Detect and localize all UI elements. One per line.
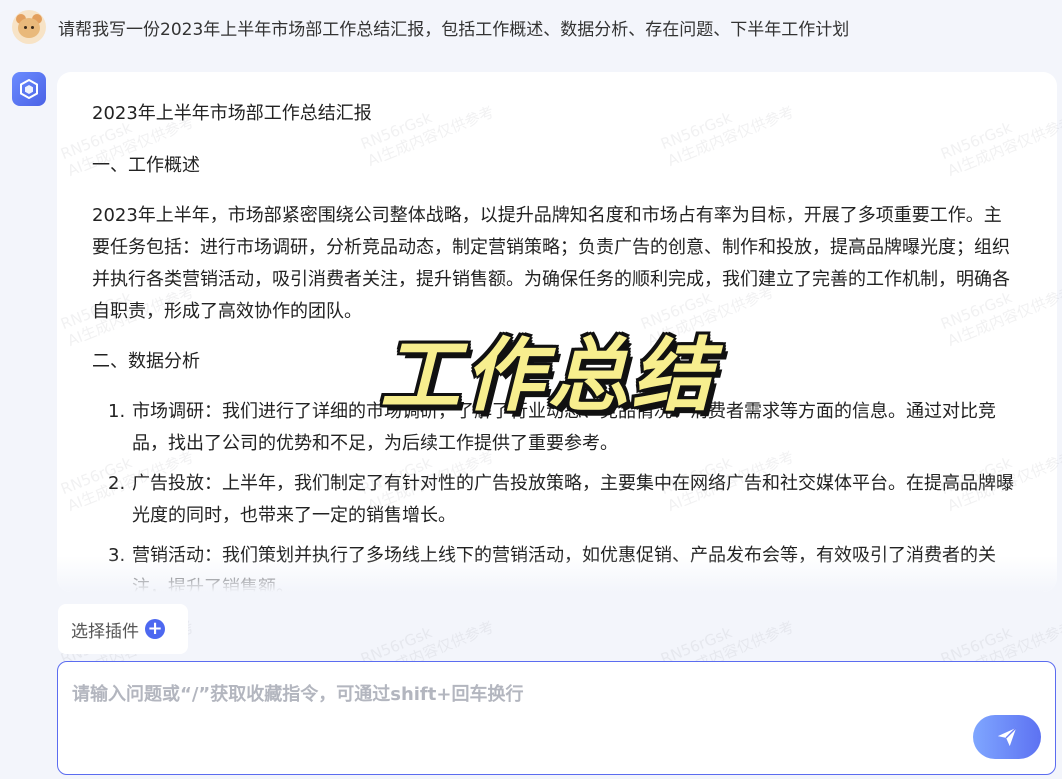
overview-paragraph: 2023年上半年，市场部紧密围绕公司整体战略，以提升品牌知名度和市场占有率为目标…: [92, 205, 1010, 322]
list-item-text: 广告投放：上半年，我们制定了有针对性的广告投放策略，主要集中在网络广告和社交媒体…: [132, 473, 1014, 526]
paper-plane-icon: [997, 727, 1017, 747]
plus-circle-icon: +: [145, 619, 165, 639]
user-message-row: 请帮我写一份2023年上半年市场部工作总结汇报，包括工作概述、数据分析、存在问题…: [12, 10, 849, 44]
section-heading-overview: 一、工作概述: [92, 155, 200, 176]
watermark-code: RN56rGsk: [358, 623, 435, 669]
user-prompt-text: 请帮我写一份2023年上半年市场部工作总结汇报，包括工作概述、数据分析、存在问题…: [58, 19, 850, 40]
list-item-number: 2.: [108, 473, 126, 494]
chat-page: 请帮我写一份2023年上半年市场部工作总结汇报，包括工作概述、数据分析、存在问题…: [0, 0, 1062, 779]
user-avatar-icon: [12, 10, 46, 44]
chat-input[interactable]: [72, 680, 952, 720]
select-plugin-label: 选择插件: [71, 621, 139, 642]
cube-logo-icon: [12, 72, 46, 106]
send-button[interactable]: [973, 715, 1041, 759]
watermark-code: RN56rGsk: [938, 623, 1015, 669]
answer-title: 2023年上半年市场部工作总结汇报: [92, 103, 372, 124]
list-item-number: 1.: [108, 401, 126, 422]
chat-input-box: [57, 661, 1056, 775]
watermark-code: RN56rGsk: [658, 623, 735, 669]
overlay-title: 工作总结: [380, 329, 716, 422]
scroll-fade: [57, 556, 1057, 592]
list-item: 2. 广告投放：上半年，我们制定了有针对性的广告投放策略，主要集中在网络广告和社…: [108, 468, 1017, 532]
select-plugin-button[interactable]: 选择插件 +: [58, 604, 188, 654]
